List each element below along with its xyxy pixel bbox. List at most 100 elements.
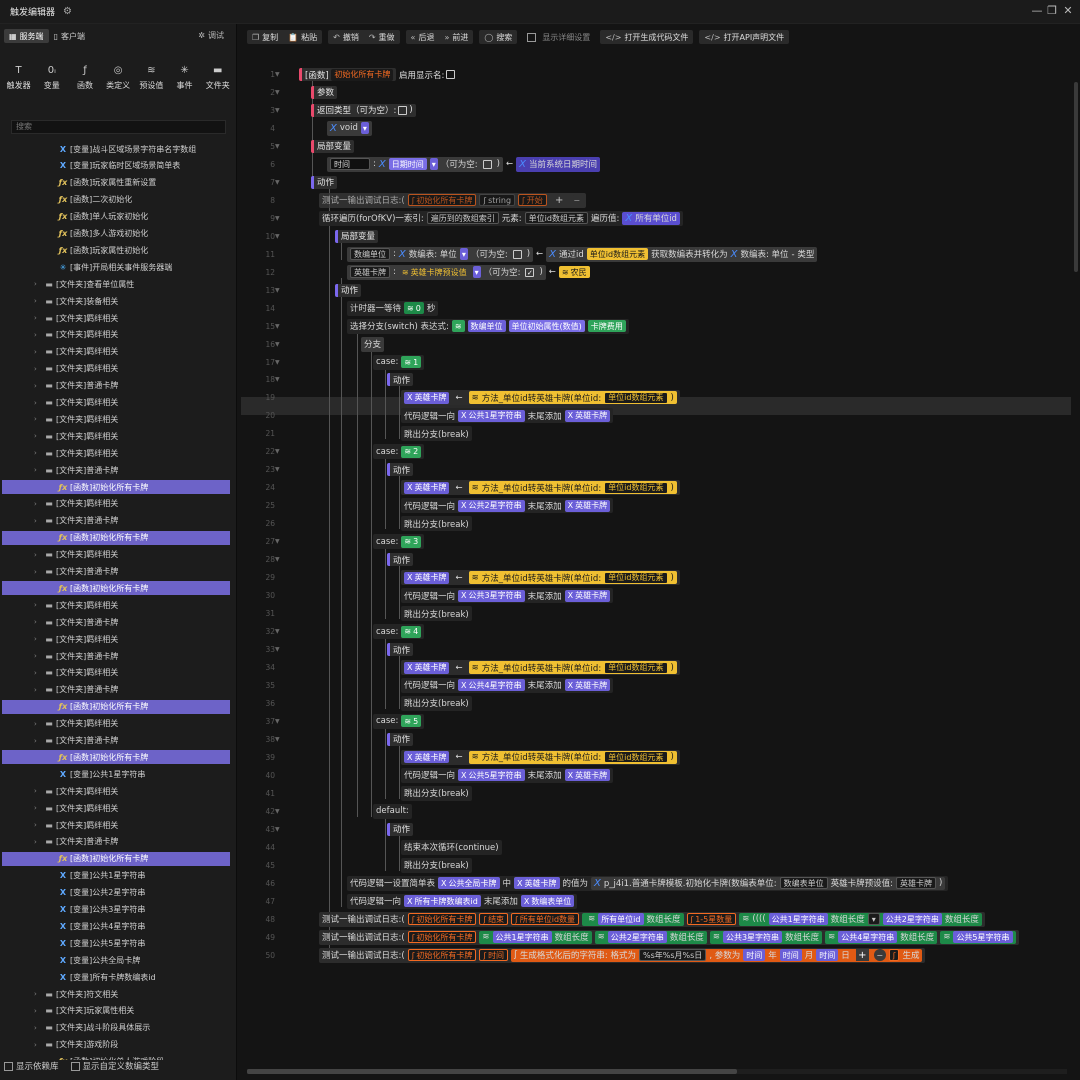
tree-item[interactable]: ƒx [函数]玩家属性初始化 [2, 243, 230, 257]
tree-item[interactable]: › ▬ [文件夹]羁绊相关 [2, 717, 230, 731]
chevron-right-icon[interactable]: › [34, 990, 42, 998]
format-call[interactable]: ʃ 生成格式化后的字符串: 格式为 %s年%s月%s日, 参数为 时间年时间月时间日 +… [511, 948, 923, 962]
tree-item[interactable]: › ▬ [文件夹]羁绊相关 [2, 345, 230, 359]
fold-toggle-icon[interactable]: ▼ [275, 71, 280, 78]
var-chip[interactable]: Ⅹ 英雄卡牌 [564, 589, 611, 602]
chevron-right-icon[interactable]: › [34, 1041, 42, 1049]
tree-item[interactable]: › ▬ [文件夹]羁绊相关 [2, 801, 230, 815]
add-icon[interactable]: + [552, 194, 566, 207]
var-chip[interactable]: Ⅹ 英雄卡牌 [564, 769, 611, 782]
tree-item[interactable]: Ⅹ [变量]战斗区域场景字符串名字数组 [2, 142, 230, 156]
template-call[interactable]: Ⅹp_j4i1.普通卡牌模板.初始化卡牌(数编表单位: 数编表单位 英雄卡牌预设值:… [591, 876, 946, 890]
case-label[interactable]: case: ≋ 1 [373, 354, 425, 370]
tree-item[interactable]: ƒx [函数]多人游戏初始化 [2, 227, 230, 241]
tree-item[interactable]: › ▬ [文件夹]羁绊相关 [2, 412, 230, 426]
assign-stmt[interactable]: Ⅹ 英雄卡牌 ← ≋ 方法_单位id转英雄卡牌(单位id: 单位id数组元素) [401, 390, 680, 406]
copy-button[interactable]: ❐ 复制 [247, 30, 283, 44]
case-value[interactable]: ≋ 1 [401, 356, 422, 369]
loop-array[interactable]: Ⅹ 所有单位id [622, 211, 680, 225]
gear-icon[interactable]: ⚙ [63, 6, 72, 17]
chevron-right-icon[interactable]: › [34, 365, 42, 373]
var-chip[interactable]: Ⅹ 英雄卡牌 [404, 481, 450, 494]
fold-toggle-icon[interactable]: ▼ [275, 826, 280, 833]
tree-item[interactable]: › ▬ [文件夹]羁绊相关 [2, 598, 230, 612]
chevron-right-icon[interactable]: › [34, 415, 42, 423]
fold-toggle-icon[interactable]: ▼ [275, 646, 280, 653]
break-stmt[interactable]: 跳出分支(break) [401, 695, 472, 711]
assign-stmt[interactable]: Ⅹ 英雄卡牌 ← ≋ 方法_单位id转英雄卡牌(单位id: 单位id数组元素) [401, 660, 680, 675]
tree-item[interactable]: ƒx [函数]二次初始化 [2, 193, 230, 207]
now-call[interactable]: Ⅹ 当前系统日期时间 [516, 156, 600, 172]
chevron-right-icon[interactable]: › [34, 432, 42, 440]
append-stmt[interactable]: 代码逻辑一向 Ⅹ 公共2星字符串 末尾添加 Ⅹ 英雄卡牌 [401, 498, 614, 514]
timer-wait-stmt[interactable]: 计时器一等待 ≋ 0 秒 [347, 300, 439, 316]
category-class[interactable]: ◎ 类定义 [102, 52, 135, 104]
var-name-input[interactable]: 数编单位 [350, 248, 390, 261]
var-chip[interactable]: Ⅹ 英雄卡牌 [404, 571, 450, 584]
string-chip[interactable]: ʃ 1-5星数量 [686, 913, 737, 926]
chevron-right-icon[interactable]: › [34, 838, 42, 846]
preset-value[interactable]: ≋ 农民 [558, 266, 590, 279]
tree-item[interactable]: › ▬ [文件夹]羁绊相关 [2, 429, 230, 443]
number-chip[interactable]: ≋ [451, 320, 465, 333]
dropdown-icon[interactable]: ▾ [360, 122, 369, 135]
tree-item[interactable]: › ▬ [文件夹]羁绊相关 [2, 548, 230, 562]
tree-item[interactable]: Ⅹ [变量]公共3星字符串 [2, 903, 230, 917]
search-button[interactable]: ◯ 搜索 [479, 30, 517, 44]
chevron-right-icon[interactable]: › [34, 652, 42, 660]
category-variable[interactable]: 0ᵢ 变量 [35, 52, 68, 104]
chevron-right-icon[interactable]: › [34, 804, 42, 812]
continue-stmt[interactable]: 结束本次循环(continue) [401, 839, 502, 855]
undo-button[interactable]: ↶ 撤销 [328, 30, 364, 44]
tree-item[interactable]: › ▬ [文件夹]普通卡牌 [2, 463, 230, 477]
string-chip[interactable]: ʃ 开始 [518, 194, 547, 207]
chevron-right-icon[interactable]: › [34, 787, 42, 795]
return-type-value[interactable]: Ⅹvoid ▾ [327, 120, 372, 136]
tree-item[interactable]: › ▬ [文件夹]普通卡牌 [2, 683, 230, 697]
param-chip[interactable]: 单位id数组元素 [604, 481, 668, 494]
case-value[interactable]: ≋ 2 [401, 445, 422, 458]
set-table-stmt[interactable]: 代码逻辑一设置简单表 Ⅹ 公共全局卡牌中 Ⅹ 英雄卡牌 的值为 Ⅹp_j4i1.普通卡牌模板… [347, 875, 949, 891]
var-chip[interactable]: Ⅹ 英雄卡牌 [514, 877, 560, 890]
param-chip[interactable]: 单位id数组元素 [604, 391, 668, 404]
debug-button[interactable]: ✲ 调试 [193, 28, 229, 42]
tree-item[interactable]: ƒx [函数]初始化所有卡牌 [2, 530, 230, 545]
category-preset[interactable]: ≋ 预设值 [135, 52, 168, 104]
tree-item[interactable]: › ▬ [文件夹]符文相关 [2, 987, 230, 1001]
tree-item[interactable]: › ▬ [文件夹]羁绊相关 [2, 632, 230, 646]
category-event[interactable]: ✳ 事件 [168, 52, 201, 104]
string-chip[interactable]: ʃ 初始化所有卡牌 [407, 194, 477, 207]
tree-item[interactable]: › ▬ [文件夹]查看单位属性 [2, 277, 230, 291]
var-chip[interactable]: Ⅹ 公共5星字符串 [458, 769, 525, 782]
debug-log-stmt[interactable]: 测试一输出调试日志:(ʃ 初始化所有卡牌 ʃ 时间 ʃ 生成格式化后的字符串: 格式为 %s… [319, 947, 926, 963]
chevron-right-icon[interactable]: › [34, 686, 42, 694]
fold-toggle-icon[interactable]: ▼ [275, 215, 280, 222]
checkbox[interactable] [482, 159, 492, 169]
show-custom-checkbox[interactable]: 显示自定义数编类型 [70, 1060, 159, 1072]
tree-item[interactable]: ƒx [函数]初始化所有卡牌 [2, 699, 230, 714]
tree-item[interactable]: › ▬ [文件夹]羁绊相关 [2, 784, 230, 798]
tree-item[interactable]: › ▬ [文件夹]普通卡牌 [2, 379, 230, 393]
tree-item[interactable]: ƒx [函数]单人玩家初始化 [2, 210, 230, 224]
tree-item[interactable]: › ▬ [文件夹]战斗阶段具体展示 [2, 1021, 230, 1035]
length-call[interactable]: ≋ 公共1星字符串 数组长度 [479, 930, 592, 944]
var-chip[interactable]: Ⅹ 英雄卡牌 [564, 409, 611, 422]
param-chip[interactable]: 单位id数组元素 [604, 661, 668, 674]
chevron-right-icon[interactable]: › [34, 517, 42, 525]
fold-toggle-icon[interactable]: ▼ [275, 628, 280, 635]
string-chip[interactable]: ʃ 初始化所有卡牌 [407, 913, 477, 926]
tab-server[interactable]: ▦ 服务端 [4, 29, 49, 43]
tree-item[interactable]: › ▬ [文件夹]普通卡牌 [2, 734, 230, 748]
convert-call[interactable]: Ⅹ 通过id 单位id数组元素 获取数编表并转化为 Ⅹ 数编表: 单位 - 类型 [546, 246, 818, 262]
tree-item[interactable]: Ⅹ [变量]公共1星字符串 [2, 767, 230, 781]
chevron-right-icon[interactable]: › [34, 382, 42, 390]
format-chip[interactable]: %s年%s月%s日 [639, 949, 707, 962]
tree-item[interactable]: Ⅹ [变量]玩家临时区域场景简单表 [2, 159, 230, 173]
param-chip[interactable]: 单位id数组元素 [586, 248, 649, 261]
fold-toggle-icon[interactable]: ▼ [275, 233, 280, 240]
var-chip[interactable]: Ⅹ 英雄卡牌 [564, 679, 611, 692]
fold-toggle-icon[interactable]: ▼ [275, 341, 280, 348]
case-value[interactable]: ≋ 5 [401, 715, 422, 728]
tree-item[interactable]: › ▬ [文件夹]羁绊相关 [2, 328, 230, 342]
dropdown-icon[interactable]: ▾ [472, 266, 481, 279]
